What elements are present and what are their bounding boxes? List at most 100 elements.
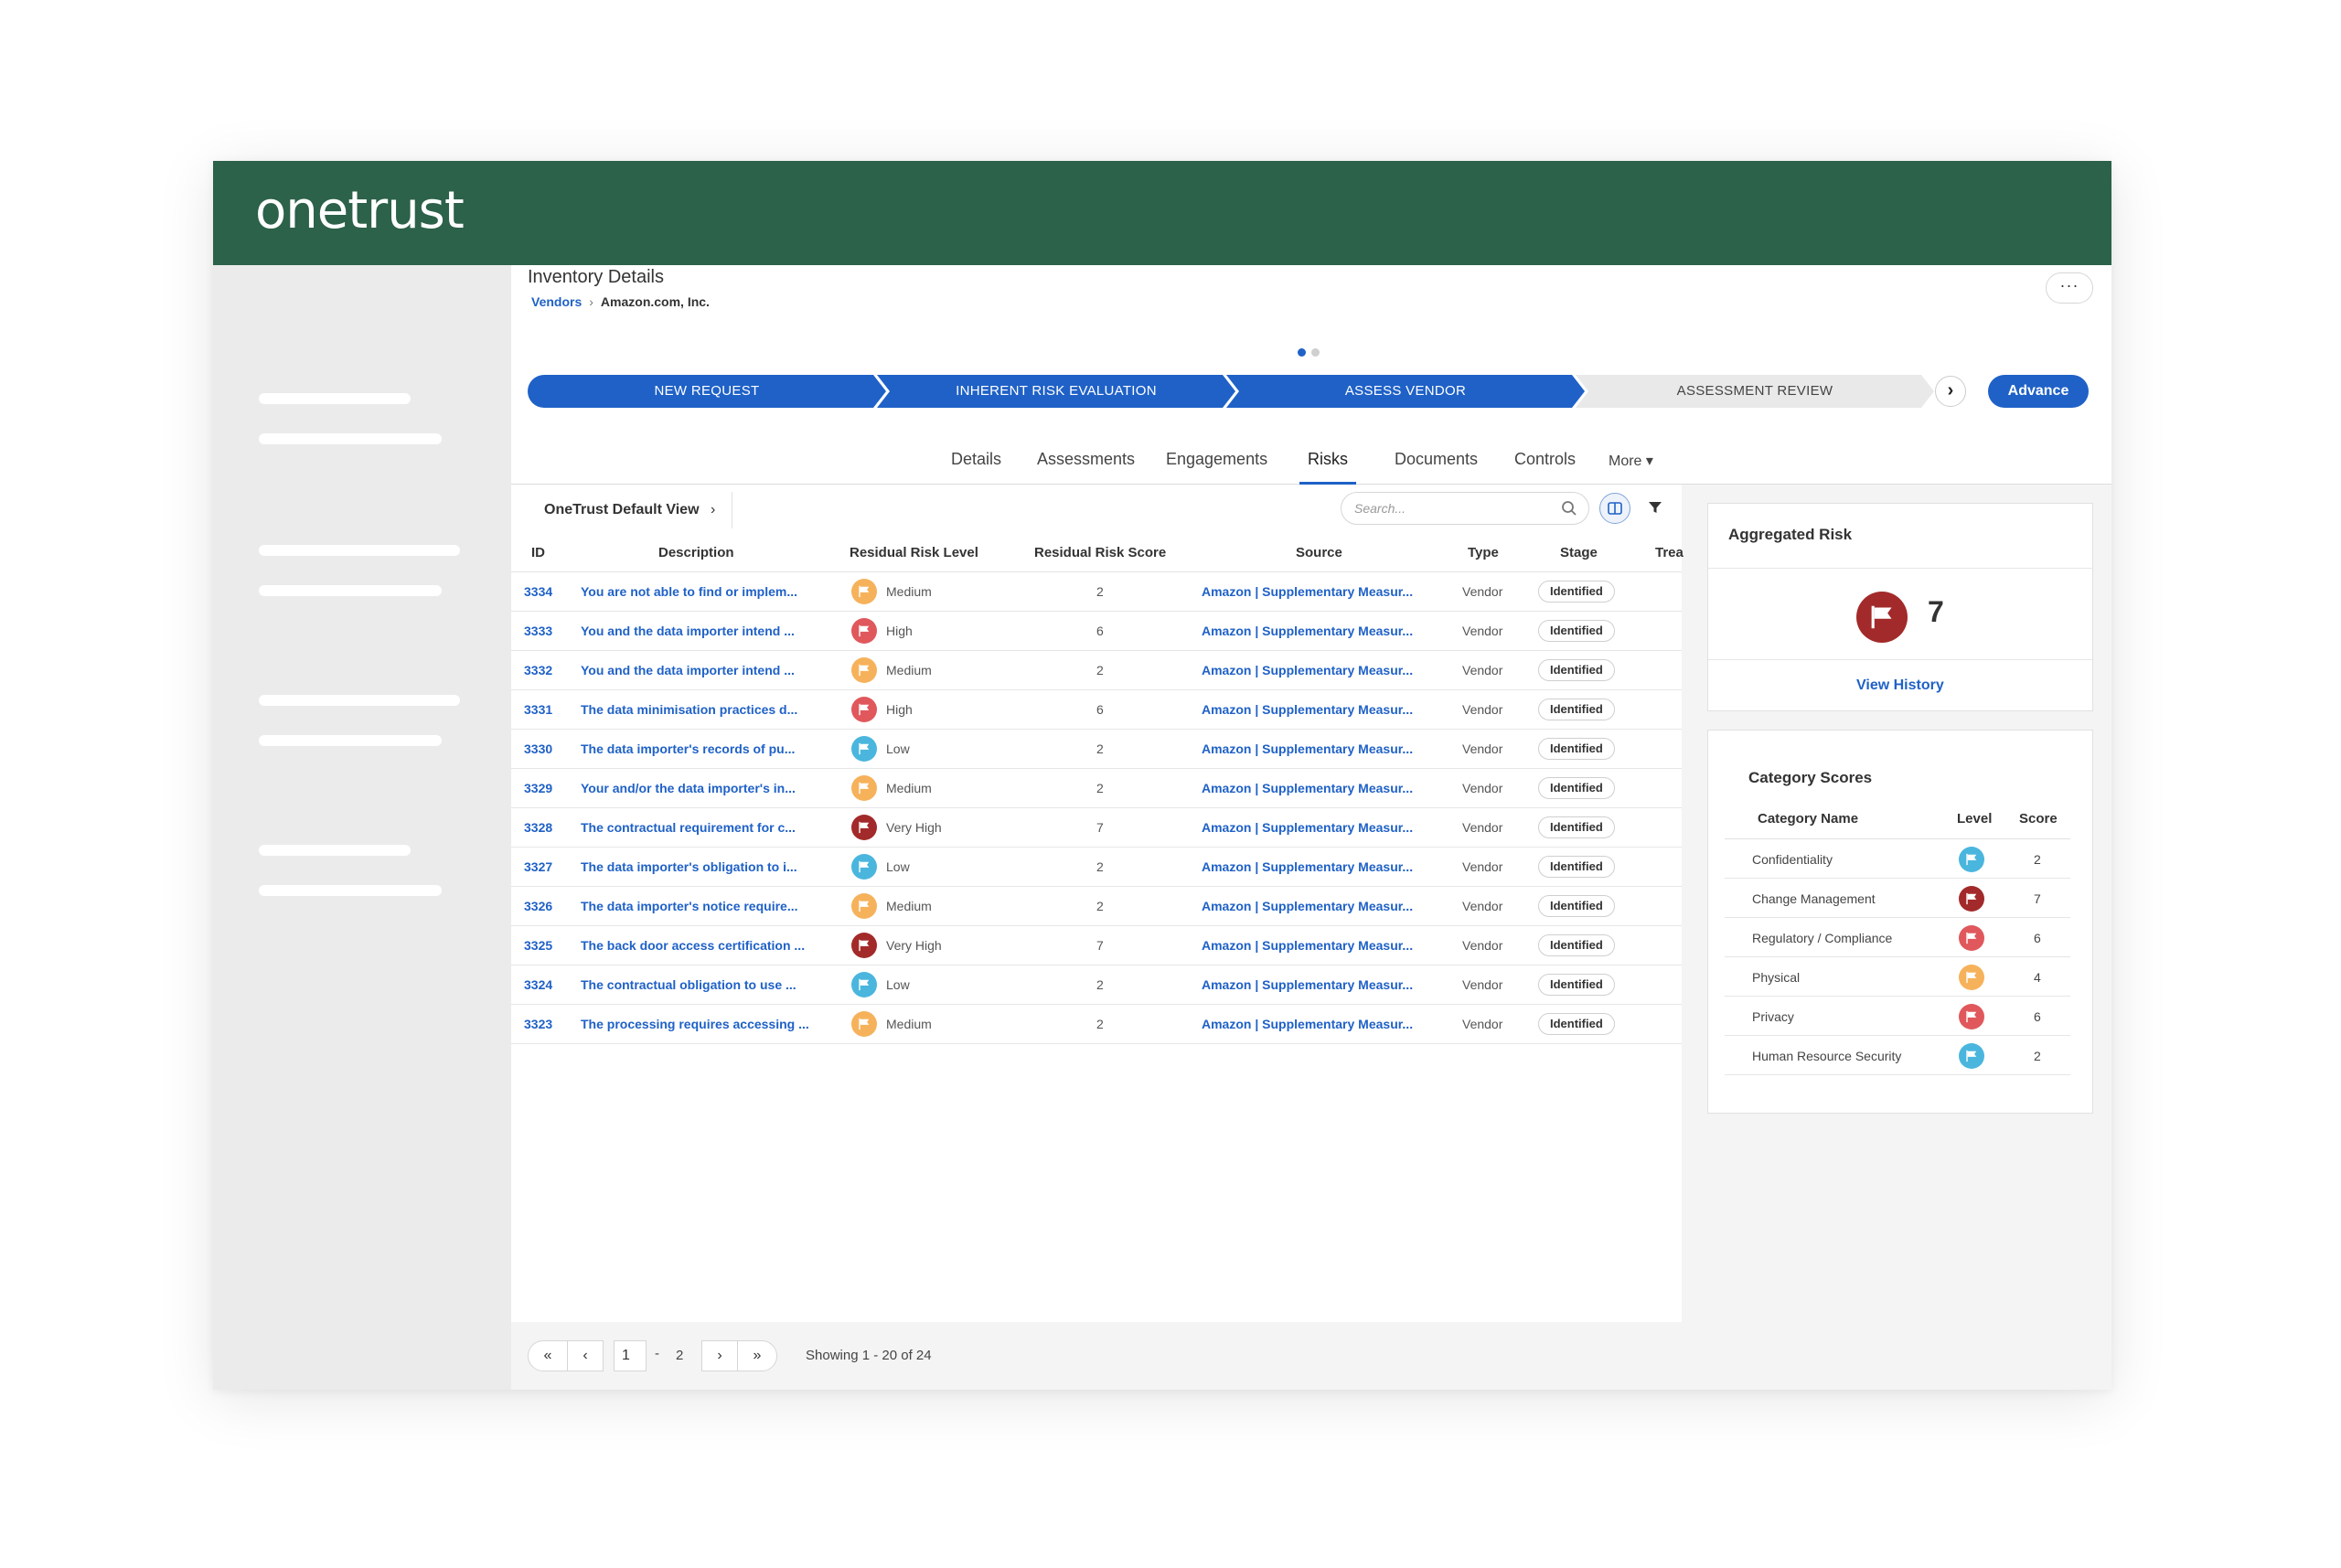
tab-details[interactable]: Details — [951, 450, 1001, 469]
risk-source-link[interactable]: Amazon | Supplementary Measur... — [1202, 781, 1413, 795]
risk-id-link[interactable]: 3334 — [524, 584, 552, 599]
table-row[interactable]: 3333 You and the data importer intend ...… — [511, 612, 1682, 651]
risk-id-link[interactable]: 3324 — [524, 977, 552, 992]
risk-id-link[interactable]: 3331 — [524, 702, 552, 717]
risk-id-link[interactable]: 3330 — [524, 741, 552, 756]
risk-source-link[interactable]: Amazon | Supplementary Measur... — [1202, 859, 1413, 874]
risk-source-link[interactable]: Amazon | Supplementary Measur... — [1202, 663, 1413, 677]
dot-active[interactable] — [1298, 348, 1306, 357]
table-row[interactable]: 3334 You are not able to find or implem..… — [511, 572, 1682, 612]
risk-id-link[interactable]: 3327 — [524, 859, 552, 874]
col-source[interactable]: Source — [1296, 545, 1342, 560]
table-row[interactable]: 3328 The contractual requirement for c...… — [511, 808, 1682, 848]
risk-id-link[interactable]: 3333 — [524, 624, 552, 638]
risk-id-link[interactable]: 3325 — [524, 938, 552, 953]
view-history-link[interactable]: View History — [1856, 677, 1944, 694]
step-inherent-risk-evaluation[interactable]: INHERENT RISK EVALUATION — [877, 375, 1235, 408]
risk-description-link[interactable]: The data importer's obligation to i... — [581, 859, 797, 874]
advance-button[interactable]: Advance — [1988, 375, 2089, 408]
risk-source-link[interactable]: Amazon | Supplementary Measur... — [1202, 820, 1413, 835]
tab-bar: Details Assessments Engagements Risks Do… — [511, 426, 2111, 485]
search-input[interactable]: Search... — [1341, 492, 1589, 525]
risk-id-link[interactable]: 3323 — [524, 1017, 552, 1031]
table-row[interactable]: 3327 The data importer's obligation to i.… — [511, 848, 1682, 887]
risk-source-link[interactable]: Amazon | Supplementary Measur... — [1202, 938, 1413, 953]
tab-documents[interactable]: Documents — [1395, 450, 1478, 469]
risk-source-link[interactable]: Amazon | Supplementary Measur... — [1202, 741, 1413, 756]
tab-more[interactable]: More ▾ — [1609, 452, 1653, 470]
table-row[interactable]: 3324 The contractual obligation to use ..… — [511, 965, 1682, 1005]
risk-description-link[interactable]: You and the data importer intend ... — [581, 663, 795, 677]
dot-inactive[interactable] — [1311, 348, 1320, 357]
prev-page-button[interactable]: ‹ — [567, 1340, 604, 1371]
risk-description-link[interactable]: You are not able to find or implem... — [581, 584, 797, 599]
filter-button[interactable] — [1641, 494, 1669, 521]
col-residual-risk-score[interactable]: Residual Risk Score — [1034, 545, 1166, 560]
table-row[interactable]: 3331 The data minimisation practices d...… — [511, 690, 1682, 730]
risk-type: Vendor — [1462, 624, 1503, 638]
risk-source-link[interactable]: Amazon | Supplementary Measur... — [1202, 624, 1413, 638]
table-row[interactable]: 3325 The back door access certification .… — [511, 926, 1682, 965]
chevron-right-icon[interactable]: › — [1935, 376, 1966, 407]
filter-icon — [1649, 502, 1662, 513]
breadcrumb-vendors-link[interactable]: Vendors — [531, 294, 582, 309]
risk-description-link[interactable]: The contractual obligation to use ... — [581, 977, 796, 992]
risk-source-link[interactable]: Amazon | Supplementary Measur... — [1202, 584, 1413, 599]
col-description[interactable]: Description — [658, 545, 734, 560]
risk-id-link[interactable]: 3328 — [524, 820, 552, 835]
risk-description-link[interactable]: The back door access certification ... — [581, 938, 805, 953]
onetrust-logo[interactable]: onetrust — [255, 181, 465, 240]
table-row[interactable]: 3329 Your and/or the data importer's in..… — [511, 769, 1682, 808]
risk-type: Vendor — [1462, 663, 1503, 677]
next-page-button[interactable]: › — [701, 1340, 738, 1371]
tab-engagements[interactable]: Engagements — [1166, 450, 1267, 469]
risk-description-link[interactable]: Your and/or the data importer's in... — [581, 781, 796, 795]
step-assessment-review[interactable]: ASSESSMENT REVIEW — [1576, 375, 1934, 408]
risk-source-link[interactable]: Amazon | Supplementary Measur... — [1202, 702, 1413, 717]
more-actions-button[interactable]: ··· — [2046, 272, 2093, 304]
col-treatment[interactable]: Trea — [1655, 545, 1684, 560]
table-row[interactable]: 3332 You and the data importer intend ...… — [511, 651, 1682, 690]
page-number-input[interactable]: 1 — [614, 1340, 647, 1371]
col-type[interactable]: Type — [1468, 545, 1499, 560]
col-id[interactable]: ID — [531, 545, 545, 560]
columns-toggle-button[interactable] — [1599, 493, 1630, 524]
risk-type: Vendor — [1462, 938, 1503, 953]
first-page-button[interactable]: « — [528, 1340, 568, 1371]
table-row[interactable]: 3330 The data importer's records of pu...… — [511, 730, 1682, 769]
step-assess-vendor[interactable]: ASSESS VENDOR — [1226, 375, 1585, 408]
view-selector-button[interactable]: OneTrust Default View › — [524, 492, 732, 528]
very-high-risk-flag-icon — [1856, 592, 1908, 643]
category-name: Human Resource Security — [1752, 1049, 1902, 1063]
tab-assessments[interactable]: Assessments — [1037, 450, 1135, 469]
risk-id-link[interactable]: 3332 — [524, 663, 552, 677]
risk-level-label: Low — [886, 977, 910, 992]
step-new-request[interactable]: NEW REQUEST — [528, 375, 886, 408]
risk-description-link[interactable]: The contractual requirement for c... — [581, 820, 796, 835]
risk-type: Vendor — [1462, 859, 1503, 874]
risk-description-link[interactable]: The data importer's notice require... — [581, 899, 798, 913]
risk-description-link[interactable]: The data importer's records of pu... — [581, 741, 795, 756]
risk-score: 7 — [1096, 938, 1104, 953]
risk-description-link[interactable]: The data minimisation practices d... — [581, 702, 797, 717]
risk-id-link[interactable]: 3329 — [524, 781, 552, 795]
risk-type: Vendor — [1462, 899, 1503, 913]
risk-description-link[interactable]: The processing requires accessing ... — [581, 1017, 809, 1031]
table-row[interactable]: 3326 The data importer's notice require..… — [511, 887, 1682, 926]
col-level: Level — [1957, 811, 1993, 827]
risk-type: Vendor — [1462, 977, 1503, 992]
risk-source-link[interactable]: Amazon | Supplementary Measur... — [1202, 1017, 1413, 1031]
category-score: 7 — [2034, 891, 2041, 906]
risk-description-link[interactable]: You and the data importer intend ... — [581, 624, 795, 638]
col-residual-risk-level[interactable]: Residual Risk Level — [850, 545, 978, 560]
risk-source-link[interactable]: Amazon | Supplementary Measur... — [1202, 899, 1413, 913]
tab-controls[interactable]: Controls — [1514, 450, 1576, 469]
table-row[interactable]: 3323 The processing requires accessing ..… — [511, 1005, 1682, 1044]
col-stage[interactable]: Stage — [1560, 545, 1598, 560]
risk-source-link[interactable]: Amazon | Supplementary Measur... — [1202, 977, 1413, 992]
last-page-button[interactable]: » — [737, 1340, 777, 1371]
risk-id-link[interactable]: 3326 — [524, 899, 552, 913]
card-divider — [1708, 659, 2092, 660]
category-score: 2 — [2034, 1049, 2041, 1063]
tab-risks[interactable]: Risks — [1308, 450, 1348, 469]
